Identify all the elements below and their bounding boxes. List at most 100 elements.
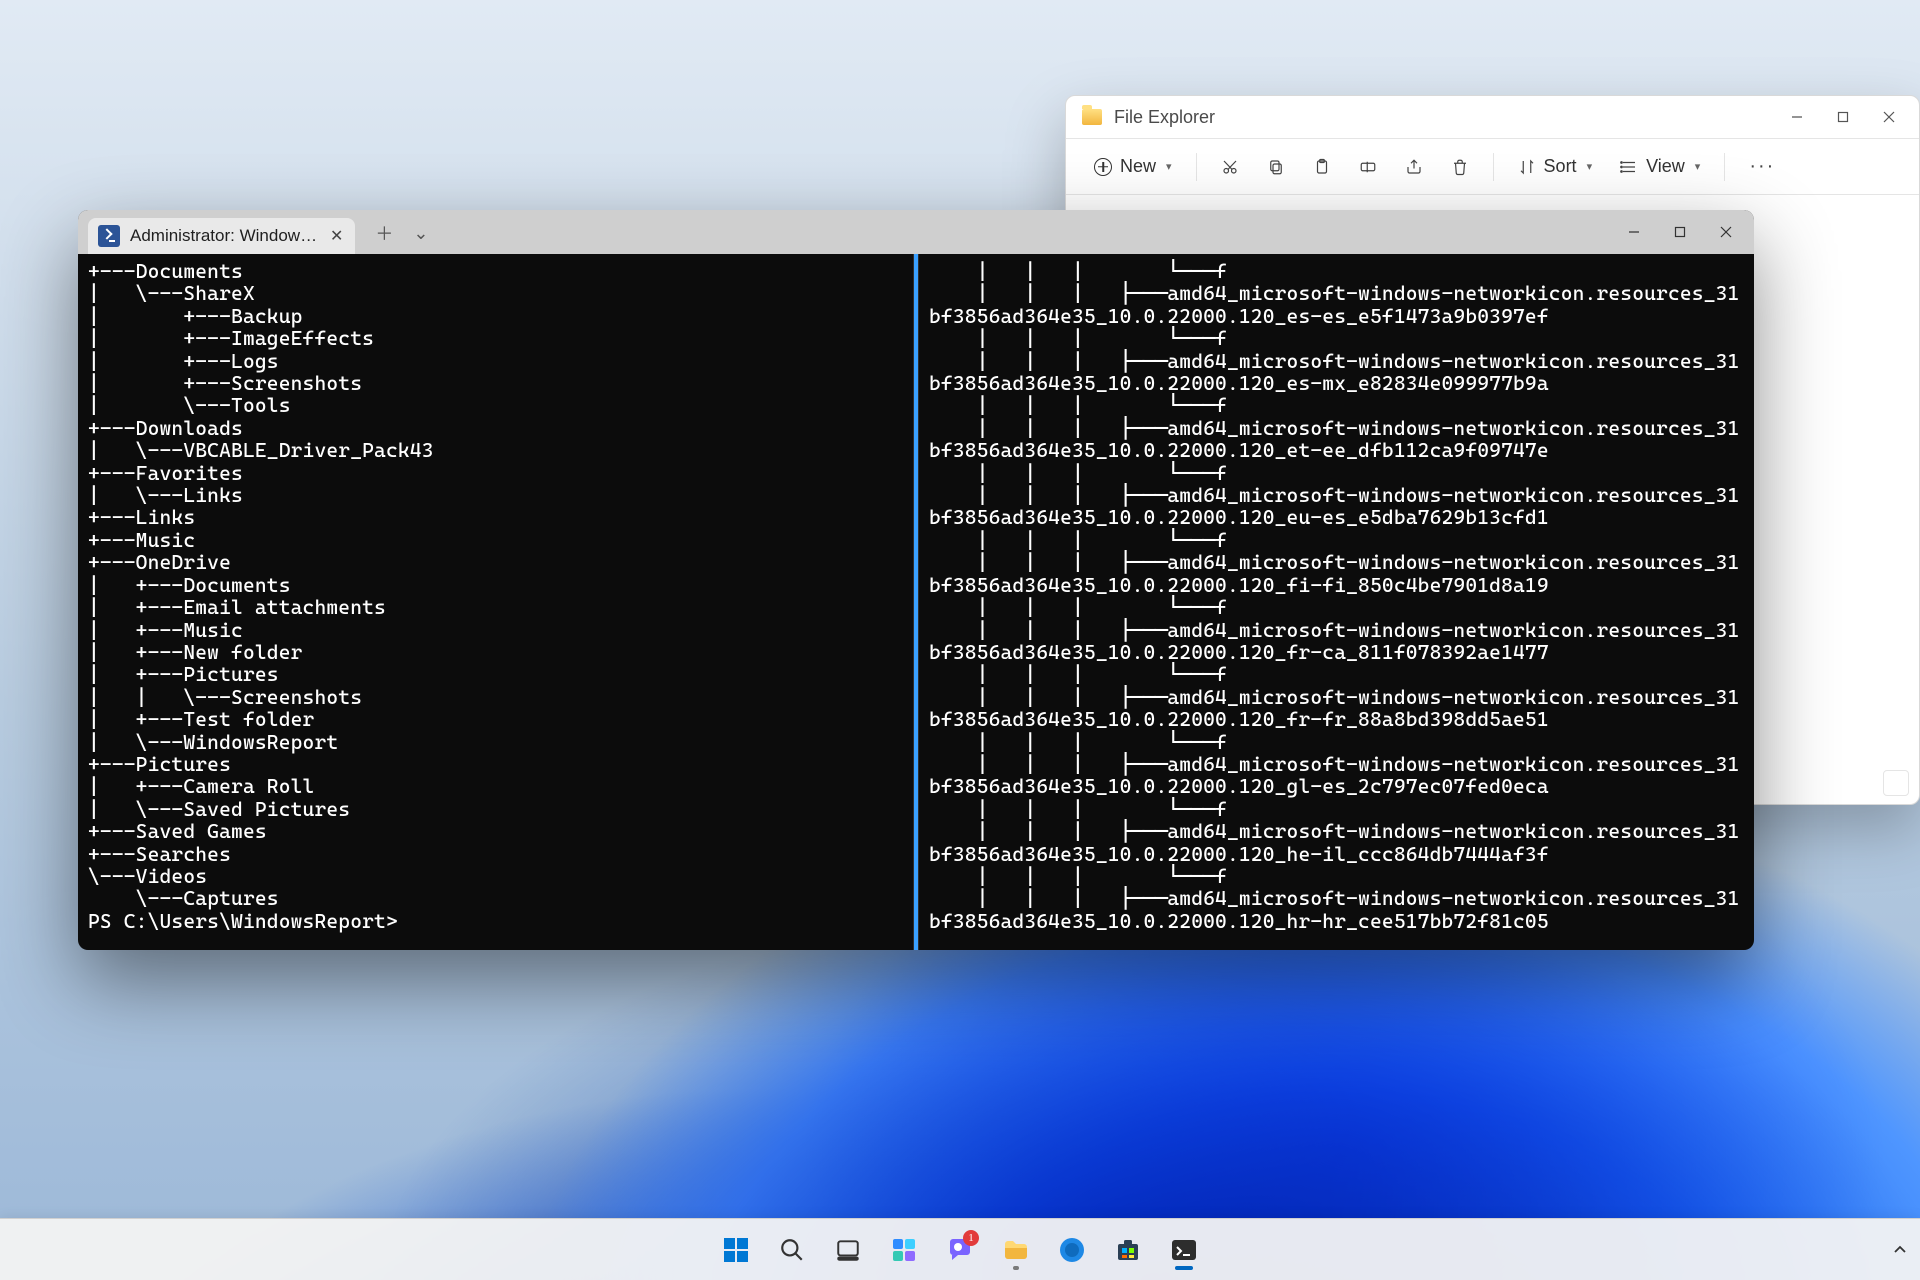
chat-badge: 1 <box>963 1230 979 1246</box>
terminal-output-line: | | | ├───amd64_microsoft-windows-networ… <box>929 686 1744 731</box>
terminal-output-line: | | | └───f <box>929 596 1744 618</box>
chat-button[interactable]: 1 <box>937 1227 983 1273</box>
folder-icon <box>1082 109 1102 125</box>
terminal-output-line: | +---Pictures <box>88 663 903 685</box>
copy-button[interactable] <box>1257 149 1295 185</box>
terminal-output-line: | | | └───f <box>929 865 1744 887</box>
toolbar-separator <box>1196 153 1197 181</box>
terminal-output-line: | | | ├───amd64_microsoft-windows-networ… <box>929 753 1744 798</box>
terminal-output-line: +---Pictures <box>88 753 903 775</box>
maximize-button[interactable] <box>1658 216 1702 248</box>
system-tray[interactable] <box>1890 1219 1910 1280</box>
terminal-output-line: | | | ├───amd64_microsoft-windows-networ… <box>929 619 1744 664</box>
new-tab-button[interactable]: ＋ <box>375 220 393 246</box>
tab-dropdown-button[interactable]: ⌄ <box>413 223 428 244</box>
windows-terminal-button[interactable] <box>1161 1227 1207 1273</box>
rename-button[interactable] <box>1349 149 1387 185</box>
terminal-output-line: | \---WindowsReport <box>88 731 903 753</box>
terminal-output-line: | +---Email attachments <box>88 596 903 618</box>
delete-button[interactable] <box>1441 149 1479 185</box>
terminal-output-line: | \---Links <box>88 484 903 506</box>
paste-button[interactable] <box>1303 149 1341 185</box>
terminal-prompt[interactable]: PS C:\Users\WindowsReport> <box>88 910 903 932</box>
chevron-down-icon: ▾ <box>1695 160 1701 173</box>
terminal-output-line: | | | └───f <box>929 327 1744 349</box>
tab-new-controls: ＋ ⌄ <box>361 220 438 254</box>
minimize-button[interactable] <box>1775 101 1819 133</box>
share-button[interactable] <box>1395 149 1433 185</box>
edge-button[interactable] <box>1049 1227 1095 1273</box>
new-button[interactable]: New ▾ <box>1084 149 1182 185</box>
tab-title: Administrator: Windows PowerS <box>130 226 320 246</box>
widgets-button[interactable] <box>881 1227 927 1273</box>
terminal-output-line: | +---Music <box>88 619 903 641</box>
tray-chevron-up-icon[interactable] <box>1890 1240 1910 1260</box>
start-button[interactable] <box>713 1227 759 1273</box>
terminal-output-line: +---Saved Games <box>88 820 903 842</box>
terminal-output-line: | | | └───f <box>929 462 1744 484</box>
terminal-output-line: | +---Logs <box>88 350 903 372</box>
terminal-output-line: +---Downloads <box>88 417 903 439</box>
search-button[interactable] <box>769 1227 815 1273</box>
sort-label: Sort <box>1544 156 1577 177</box>
terminal-output-line: | | | └───f <box>929 798 1744 820</box>
terminal-output-line: | \---Saved Pictures <box>88 798 903 820</box>
windows-terminal-window[interactable]: Administrator: Windows PowerS ✕ ＋ ⌄ +---… <box>78 210 1754 950</box>
close-button[interactable] <box>1867 101 1911 133</box>
terminal-titlebar[interactable]: Administrator: Windows PowerS ✕ ＋ ⌄ <box>78 210 1754 254</box>
view-label: View <box>1646 156 1685 177</box>
tab-close-button[interactable]: ✕ <box>330 226 343 246</box>
terminal-output-line: | | | ├───amd64_microsoft-windows-networ… <box>929 350 1744 395</box>
sort-button[interactable]: Sort ▾ <box>1508 149 1603 185</box>
terminal-output-line: | | | └───f <box>929 394 1744 416</box>
terminal-output-line: | | | └───f <box>929 529 1744 551</box>
file-explorer-window-controls <box>1775 101 1911 133</box>
terminal-output-line: | +---New folder <box>88 641 903 663</box>
terminal-output-line: | | | ├───amd64_microsoft-windows-networ… <box>929 820 1744 865</box>
desktop: File Explorer New ▾ <box>0 0 1920 1280</box>
file-explorer-title: File Explorer <box>1082 107 1215 128</box>
terminal-output-line: | +---ImageEffects <box>88 327 903 349</box>
see-more-button[interactable]: ··· <box>1739 155 1785 178</box>
terminal-output-line: | | | ├───amd64_microsoft-windows-networ… <box>929 887 1744 932</box>
file-explorer-button[interactable] <box>993 1227 1039 1273</box>
terminal-output-line: +---Documents <box>88 260 903 282</box>
new-label: New <box>1120 156 1156 177</box>
terminal-output-line: | +---Documents <box>88 574 903 596</box>
terminal-output-line: | | \---Screenshots <box>88 686 903 708</box>
terminal-tabs: Administrator: Windows PowerS ✕ ＋ ⌄ <box>88 218 439 254</box>
terminal-output-line: | \---Tools <box>88 394 903 416</box>
view-button[interactable]: View ▾ <box>1610 149 1710 185</box>
terminal-output-line: | +---Camera Roll <box>88 775 903 797</box>
terminal-output-line: | \---ShareX <box>88 282 903 304</box>
terminal-pane-left[interactable]: +---Documents| \---ShareX| +---Backup| +… <box>78 254 914 950</box>
terminal-output-line: | | | ├───amd64_microsoft-windows-networ… <box>929 417 1744 462</box>
terminal-output-line: | +---Backup <box>88 305 903 327</box>
file-explorer-toolbar: New ▾ <box>1066 138 1919 194</box>
taskbar-center-icons: 1 <box>713 1227 1207 1273</box>
maximize-button[interactable] <box>1821 101 1865 133</box>
file-explorer-titlebar[interactable]: File Explorer <box>1066 96 1919 138</box>
task-view-button[interactable] <box>825 1227 871 1273</box>
toolbar-separator <box>1724 153 1725 181</box>
terminal-output-line: +---Searches <box>88 843 903 865</box>
details-view-button[interactable] <box>1883 770 1909 796</box>
terminal-output-line: | | | ├───amd64_microsoft-windows-networ… <box>929 551 1744 596</box>
close-button[interactable] <box>1704 216 1748 248</box>
terminal-window-controls <box>1612 216 1748 248</box>
terminal-output-line: +---Favorites <box>88 462 903 484</box>
taskbar[interactable]: 1 <box>0 1218 1920 1280</box>
terminal-output-line: | | | └───f <box>929 663 1744 685</box>
terminal-output-line: | +---Screenshots <box>88 372 903 394</box>
window-title-text: File Explorer <box>1114 107 1215 128</box>
terminal-output-line: \---Captures <box>88 887 903 909</box>
terminal-tab[interactable]: Administrator: Windows PowerS ✕ <box>88 218 355 254</box>
terminal-output-line: +---OneDrive <box>88 551 903 573</box>
terminal-pane-right[interactable]: | | | └───f | | | ├───amd64_microsoft-wi… <box>918 254 1754 950</box>
minimize-button[interactable] <box>1612 216 1656 248</box>
chevron-down-icon: ▾ <box>1166 160 1172 173</box>
terminal-output-line: | | | ├───amd64_microsoft-windows-networ… <box>929 282 1744 327</box>
cut-button[interactable] <box>1211 149 1249 185</box>
powershell-icon <box>98 225 120 247</box>
ms-store-button[interactable] <box>1105 1227 1151 1273</box>
